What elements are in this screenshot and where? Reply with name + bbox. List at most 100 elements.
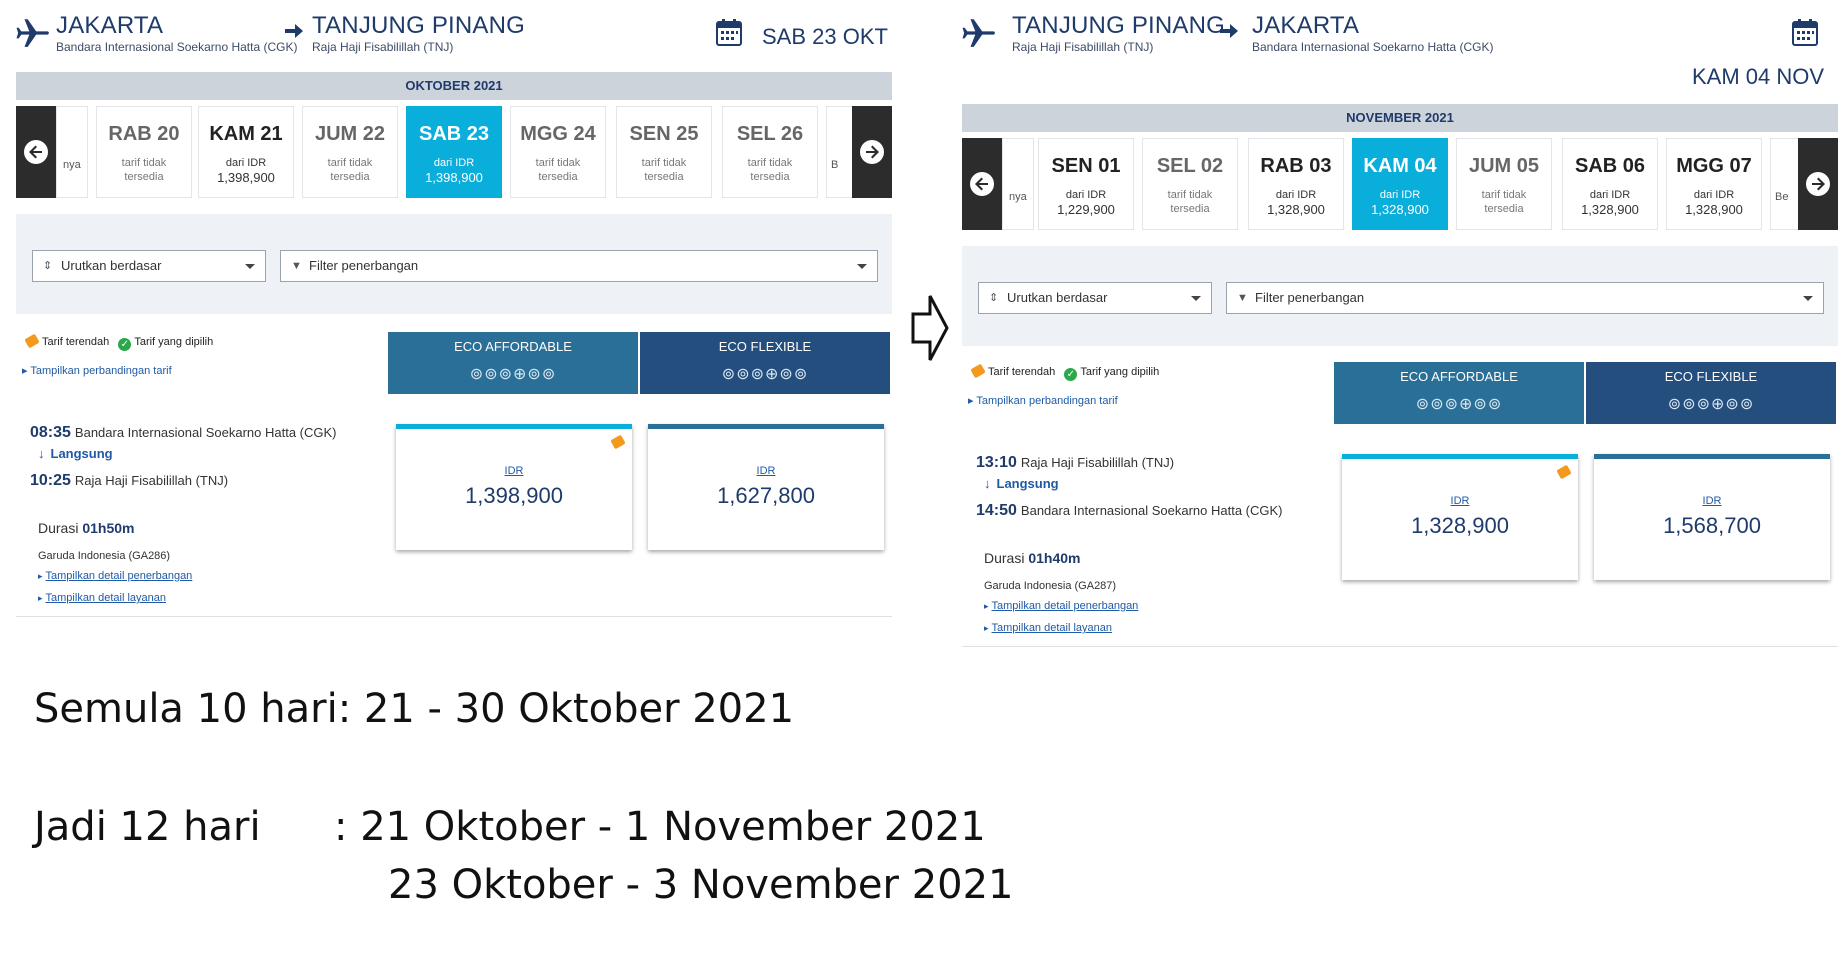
fare-header-eco-flexible: ECO FLEXIBLE ⊚⊚⊚⊕⊚⊚ — [640, 332, 890, 394]
date-strip: nya SEN 01 dari IDR 1,229,900 SEL 02 tarif … — [962, 138, 1838, 230]
flight-detail-link[interactable]: Tampilkan detail penerbangan — [984, 600, 1139, 612]
filter-bar: ⇕ Urutkan berdasar ▼ Filter penerbangan — [962, 246, 1838, 346]
prev-dates-button[interactable] — [16, 106, 56, 198]
destination: TANJUNG PINANG Raja Haji Fisabilillah (T… — [312, 12, 525, 54]
outline-arrow-right-icon — [911, 295, 949, 361]
compare-fares-link[interactable]: ▸ Tampilkan perbandingan tarif — [22, 364, 172, 377]
route-header: JAKARTA Bandara Internasional Soekarno H… — [16, 0, 892, 70]
duration: Durasi 01h50m — [38, 520, 135, 536]
fare-legend: Tarif terendah ✓ Tarif yang dipilih — [970, 363, 1165, 381]
service-detail-link[interactable]: Tampilkan detail layanan — [38, 592, 166, 604]
date-strip: nya RAB 20 tarif tidak tersedia KAM 21 dari… — [16, 106, 892, 198]
direct-label: ↓ Langsung — [38, 446, 113, 461]
fare-card-affordable[interactable]: IDR 1,398,900 — [396, 424, 632, 550]
fare-card-flexible[interactable]: IDR 1,568,700 — [1594, 454, 1830, 580]
prev-dates-button[interactable] — [962, 138, 1002, 230]
calendar-icon[interactable] — [1792, 18, 1818, 46]
sort-select[interactable]: ⇕ Urutkan berdasar — [978, 282, 1212, 314]
tag-icon — [970, 363, 986, 379]
check-icon: ✓ — [118, 338, 132, 351]
destination-city: JAKARTA — [1252, 12, 1360, 39]
arrow-right-icon — [1812, 177, 1825, 191]
date-cell[interactable]: SEN 25 tarif tidak tersedia — [616, 106, 712, 198]
date-cell[interactable]: SEL 26 tarif tidak tersedia — [722, 106, 818, 198]
date-cell-partial[interactable]: nya — [56, 106, 88, 198]
destination: JAKARTA Bandara Internasional Soekarno H… — [1252, 12, 1493, 54]
date-cell[interactable]: SEL 02 tarif tidak tersedia — [1142, 138, 1238, 230]
note-new-range-2: 23 Oktober - 3 November 2021 — [388, 862, 1014, 908]
sort-icon: ⇕ — [43, 260, 53, 272]
arrow-down-icon: ↓ — [984, 476, 991, 491]
amenity-icons: ⊚⊚⊚⊕⊚⊚ — [1667, 396, 1755, 413]
fare-header-eco-affordable: ECO AFFORDABLE ⊚⊚⊚⊕⊚⊚ — [388, 332, 638, 394]
arrival: 10:25 Raja Haji Fisabilillah (TNJ) — [30, 472, 229, 489]
fare-card-affordable[interactable]: IDR 1,328,900 — [1342, 454, 1578, 580]
date-cell-selected[interactable]: KAM 04 dari IDR 1,328,900 — [1352, 138, 1448, 230]
amenity-icons: ⊚⊚⊚⊕⊚⊚ — [1415, 396, 1503, 413]
compare-fares-link[interactable]: ▸ Tampilkan perbandingan tarif — [968, 394, 1118, 407]
next-dates-button[interactable] — [1798, 138, 1838, 230]
origin-airport: Bandara Internasional Soekarno Hatta (CG… — [56, 40, 298, 54]
date-cell-selected[interactable]: SAB 23 dari IDR 1,398,900 — [406, 106, 502, 198]
chevron-down-icon — [1803, 296, 1813, 301]
check-icon: ✓ — [1064, 368, 1078, 381]
carrier: Garuda Indonesia (GA286) — [38, 550, 171, 562]
origin-city: TANJUNG PINANG — [1012, 12, 1226, 39]
arrow-left-icon — [975, 177, 988, 191]
date-cell[interactable]: SAB 06 dari IDR 1,328,900 — [1562, 138, 1658, 230]
chevron-down-icon — [857, 264, 867, 269]
date-cell[interactable]: MGG 07 dari IDR 1,328,900 — [1666, 138, 1762, 230]
arrow-right-icon — [285, 24, 303, 38]
carrier: Garuda Indonesia (GA287) — [984, 580, 1117, 592]
chevron-down-icon — [1191, 296, 1201, 301]
flight-detail-link[interactable]: Tampilkan detail penerbangan — [38, 570, 193, 582]
amenity-icons: ⊚⊚⊚⊕⊚⊚ — [469, 366, 557, 383]
destination-airport: Raja Haji Fisabilillah (TNJ) — [312, 40, 454, 54]
duration: Durasi 01h40m — [984, 550, 1081, 566]
divider — [16, 616, 892, 617]
date-cell[interactable]: MGG 24 tarif tidak tersedia — [510, 106, 606, 198]
origin: JAKARTA Bandara Internasional Soekarno H… — [56, 12, 297, 54]
plane-icon — [962, 19, 995, 47]
destination-city: TANJUNG PINANG — [312, 12, 526, 39]
note-new-range-1: : 21 Oktober - 1 November 2021 — [334, 804, 986, 850]
tag-icon — [1556, 464, 1572, 480]
sort-select[interactable]: ⇕ Urutkan berdasar — [32, 250, 266, 282]
travel-date[interactable]: KAM 04 NOV — [1692, 64, 1824, 90]
date-cell[interactable]: SEN 01 dari IDR 1,229,900 — [1038, 138, 1134, 230]
filter-icon: ▼ — [291, 260, 302, 272]
date-cell[interactable]: JUM 22 tarif tidak tersedia — [302, 106, 398, 198]
calendar-icon[interactable] — [716, 18, 742, 46]
destination-airport: Bandara Internasional Soekarno Hatta (CG… — [1252, 40, 1494, 54]
departure: 13:10 Raja Haji Fisabilillah (TNJ) — [976, 454, 1175, 471]
month-bar: OKTOBER 2021 — [16, 72, 892, 100]
date-cell-partial[interactable]: Be — [1770, 138, 1800, 230]
date-cell[interactable]: RAB 03 dari IDR 1,328,900 — [1248, 138, 1344, 230]
arrival: 14:50 Bandara Internasional Soekarno Hatt… — [976, 502, 1283, 519]
origin-airport: Raja Haji Fisabilillah (TNJ) — [1012, 40, 1154, 54]
next-dates-button[interactable] — [852, 106, 892, 198]
chevron-down-icon — [245, 264, 255, 269]
origin-city: JAKARTA — [56, 12, 164, 39]
travel-date[interactable]: SAB 23 OKT — [762, 24, 888, 50]
divider — [962, 646, 1838, 647]
filter-icon: ▼ — [1237, 292, 1248, 304]
tag-icon — [610, 434, 626, 450]
filter-select[interactable]: ▼ Filter penerbangan — [280, 250, 878, 282]
date-cell[interactable]: RAB 20 tarif tidak tersedia — [96, 106, 192, 198]
filter-select[interactable]: ▼ Filter penerbangan — [1226, 282, 1824, 314]
sort-icon: ⇕ — [989, 292, 999, 304]
fare-header-eco-flexible: ECO FLEXIBLE ⊚⊚⊚⊕⊚⊚ — [1586, 362, 1836, 424]
route-header: TANJUNG PINANG Raja Haji Fisabilillah (T… — [962, 0, 1838, 89]
direct-label: ↓ Langsung — [984, 476, 1059, 491]
fare-header-eco-affordable: ECO AFFORDABLE ⊚⊚⊚⊕⊚⊚ — [1334, 362, 1584, 424]
fare-card-flexible[interactable]: IDR 1,627,800 — [648, 424, 884, 550]
date-cell-partial[interactable]: nya — [1002, 138, 1034, 230]
date-cell[interactable]: KAM 21 dari IDR 1,398,900 — [198, 106, 294, 198]
note-new-duration-label: Jadi 12 hari — [34, 804, 261, 850]
plane-icon — [16, 19, 49, 47]
date-cell[interactable]: JUM 05 tarif tidak tersedia — [1456, 138, 1552, 230]
service-detail-link[interactable]: Tampilkan detail layanan — [984, 622, 1112, 634]
origin: TANJUNG PINANG Raja Haji Fisabilillah (T… — [1012, 12, 1225, 54]
tag-icon — [24, 333, 40, 349]
